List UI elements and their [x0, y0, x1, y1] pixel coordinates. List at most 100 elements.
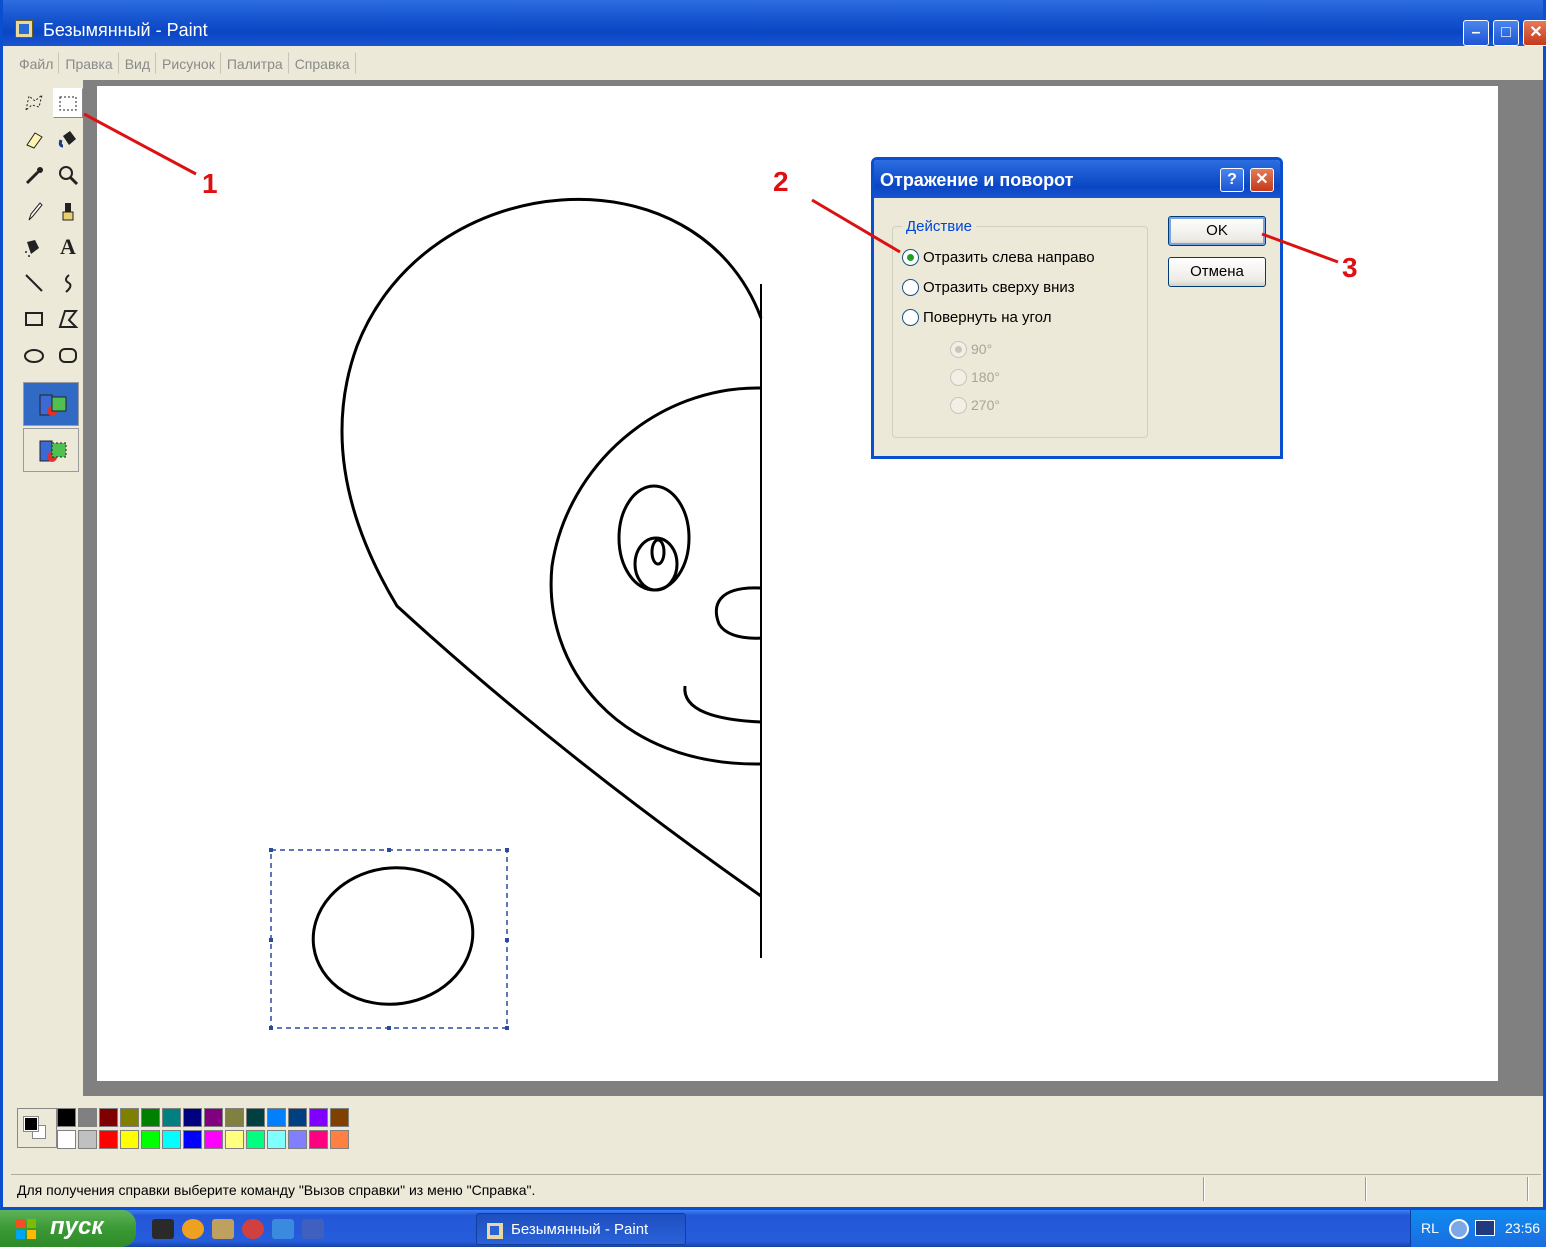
- color-swatch[interactable]: [183, 1108, 202, 1127]
- taskbar-paint-button[interactable]: Безымянный - Paint: [476, 1213, 686, 1245]
- color-picker-icon[interactable]: [19, 160, 49, 190]
- ellipse-icon[interactable]: [19, 340, 49, 370]
- color-swatch[interactable]: [120, 1130, 139, 1149]
- line-icon[interactable]: [19, 268, 49, 298]
- color-swatch[interactable]: [162, 1130, 181, 1149]
- eraser-icon[interactable]: [19, 124, 49, 154]
- brush-icon[interactable]: [53, 196, 83, 226]
- transparent-selection-option[interactable]: [23, 428, 79, 472]
- start-button[interactable]: пуск: [0, 1210, 136, 1247]
- language-indicator[interactable]: RL: [1421, 1220, 1439, 1236]
- maximize-button[interactable]: □: [1493, 20, 1519, 46]
- network-icon[interactable]: [212, 1219, 234, 1239]
- current-colors[interactable]: [17, 1108, 57, 1148]
- selected-ellipse: [311, 866, 475, 1006]
- canvas-area: [83, 80, 1543, 1096]
- free-select-icon[interactable]: [19, 88, 49, 118]
- rectangle-icon[interactable]: [19, 304, 49, 334]
- antivirus-icon[interactable]: [242, 1219, 264, 1239]
- title-bar[interactable]: Безымянный - Paint – □ ✕: [3, 0, 1546, 46]
- color-swatch[interactable]: [330, 1108, 349, 1127]
- rounded-rect-icon[interactable]: [53, 340, 83, 370]
- radio-button-checked: [950, 340, 967, 358]
- rect-select-icon[interactable]: [53, 88, 83, 118]
- menu-help[interactable]: Справка: [289, 52, 356, 74]
- quicklaunch-app-icon[interactable]: [302, 1219, 324, 1239]
- color-swatch[interactable]: [57, 1108, 76, 1127]
- color-swatch[interactable]: [141, 1130, 160, 1149]
- flip-rotate-dialog: Отражение и поворот ? ✕ Действие Отразит…: [871, 157, 1283, 459]
- dialog-close-button[interactable]: ✕: [1250, 168, 1274, 192]
- color-swatch[interactable]: [78, 1130, 97, 1149]
- radio-angle-180[interactable]: 180°: [950, 366, 1000, 388]
- color-swatch[interactable]: [246, 1130, 265, 1149]
- color-swatch[interactable]: [309, 1108, 328, 1127]
- color-swatch[interactable]: [57, 1130, 76, 1149]
- menu-bar: Файл Правка Вид Рисунок Палитра Справка: [13, 52, 356, 74]
- radio-button: [902, 278, 919, 296]
- airbrush-icon[interactable]: [19, 232, 49, 262]
- color-swatch[interactable]: [225, 1130, 244, 1149]
- color-swatch[interactable]: [183, 1130, 202, 1149]
- radio-label: Повернуть на угол: [923, 308, 1052, 326]
- color-swatch[interactable]: [99, 1130, 118, 1149]
- fill-icon[interactable]: [53, 124, 83, 154]
- dialog-title-bar[interactable]: Отражение и поворот ? ✕: [874, 160, 1280, 198]
- network-tray-icon[interactable]: [1475, 1220, 1495, 1236]
- color-swatch[interactable]: [225, 1108, 244, 1127]
- radio-flip-horizontal[interactable]: Отразить слева направо: [902, 246, 1095, 268]
- drawing-canvas[interactable]: [97, 86, 1498, 1081]
- heart-outline: [340, 197, 763, 898]
- toolbox: A: [17, 84, 83, 484]
- color-swatch[interactable]: [204, 1108, 223, 1127]
- text-icon[interactable]: A: [53, 232, 83, 262]
- polygon-icon[interactable]: [53, 304, 83, 334]
- radio-flip-vertical[interactable]: Отразить сверху вниз: [902, 276, 1075, 298]
- color-swatch[interactable]: [267, 1108, 286, 1127]
- foreground-color: [23, 1116, 39, 1132]
- color-swatch[interactable]: [330, 1130, 349, 1149]
- color-swatch[interactable]: [204, 1130, 223, 1149]
- help-button[interactable]: ?: [1220, 168, 1244, 192]
- ok-button[interactable]: OK: [1168, 216, 1266, 246]
- radio-button: [950, 368, 967, 386]
- menu-image[interactable]: Рисунок: [156, 52, 221, 74]
- color-swatch[interactable]: [99, 1108, 118, 1127]
- color-swatch[interactable]: [78, 1108, 97, 1127]
- radio-button-checked: [902, 248, 919, 266]
- menu-edit[interactable]: Правка: [59, 52, 119, 74]
- annotation-label-3: 3: [1342, 252, 1358, 283]
- show-desktop-icon[interactable]: [152, 1219, 174, 1239]
- color-swatch[interactable]: [162, 1108, 181, 1127]
- menu-file[interactable]: Файл: [13, 52, 60, 74]
- pencil-icon[interactable]: [19, 196, 49, 226]
- back-arrow-icon[interactable]: [1449, 1219, 1469, 1239]
- radio-angle-270[interactable]: 270°: [950, 394, 1000, 416]
- face-outline: [549, 386, 762, 766]
- color-swatch[interactable]: [120, 1108, 139, 1127]
- color-swatch[interactable]: [246, 1108, 265, 1127]
- radio-angle-90[interactable]: 90°: [950, 338, 992, 360]
- curve-icon[interactable]: [53, 268, 83, 298]
- status-separator: [1527, 1177, 1529, 1201]
- cancel-button[interactable]: Отмена: [1168, 257, 1266, 287]
- color-swatch[interactable]: [309, 1130, 328, 1149]
- color-swatch[interactable]: [141, 1108, 160, 1127]
- internet-explorer-icon[interactable]: [272, 1219, 294, 1239]
- opaque-selection-option[interactable]: [23, 382, 79, 426]
- magnifier-icon[interactable]: [53, 160, 83, 190]
- radio-label: 180°: [971, 369, 1000, 385]
- radio-rotate[interactable]: Повернуть на угол: [902, 306, 1051, 328]
- color-swatch[interactable]: [288, 1130, 307, 1149]
- drawing: [269, 197, 763, 1030]
- minimize-button[interactable]: –: [1463, 20, 1489, 46]
- taskbar-paint-label: Безымянный - Paint: [511, 1221, 649, 1238]
- color-swatch[interactable]: [288, 1108, 307, 1127]
- radio-button: [950, 396, 967, 414]
- eye-inner: [650, 538, 666, 566]
- close-button[interactable]: ✕: [1523, 20, 1546, 46]
- menu-view[interactable]: Вид: [119, 52, 157, 74]
- media-player-icon[interactable]: [182, 1219, 204, 1239]
- color-swatch[interactable]: [267, 1130, 286, 1149]
- menu-colors[interactable]: Палитра: [221, 52, 289, 74]
